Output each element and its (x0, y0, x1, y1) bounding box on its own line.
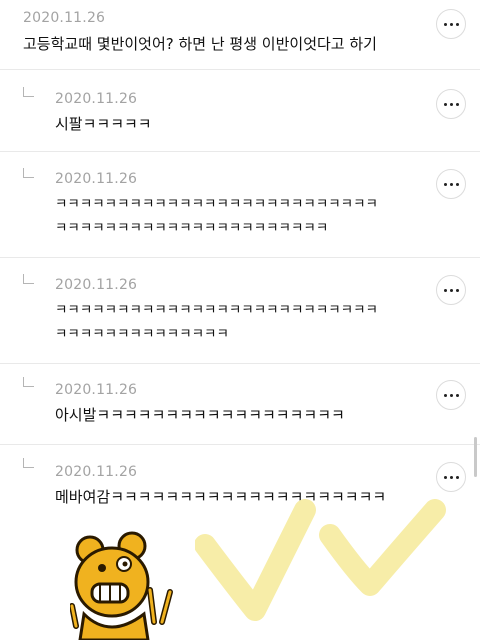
more-options-button[interactable] (436, 169, 466, 199)
more-dot (449, 393, 453, 397)
comment-text: 아시발ㅋㅋㅋㅋㅋㅋㅋㅋㅋㅋㅋㅋㅋㅋㅋㅋㅋㅋ (55, 406, 345, 424)
reply-item: 2020.11.26 ㅋㅋㅋㅋㅋㅋㅋㅋㅋㅋㅋㅋㅋㅋㅋㅋㅋㅋㅋㅋㅋㅋㅋㅋㅋㅋ ㅋㅋ… (0, 258, 480, 364)
comment-item: 2020.11.26 고등학교때 몇반이엇어? 하면 난 평생 이반이엇다고 하… (0, 0, 480, 70)
comment-date: 2020.11.26 (23, 10, 106, 26)
reply-item: 2020.11.26 시팔ㅋㅋㅋㅋㅋ (0, 70, 480, 152)
reply-arrow-icon (23, 87, 34, 97)
comment-date: 2020.11.26 (55, 277, 138, 293)
more-options-icon (443, 475, 447, 479)
comment-date: 2020.11.26 (55, 91, 138, 107)
more-options-button[interactable] (436, 380, 466, 410)
more-options-button[interactable] (436, 462, 466, 492)
comment-text: ㅋㅋㅋㅋㅋㅋㅋㅋㅋㅋㅋㅋㅋㅋㅋㅋㅋㅋㅋㅋㅋㅋㅋㅋㅋㅋ ㅋㅋㅋㅋㅋㅋㅋㅋㅋㅋㅋㅋㅋ… (55, 196, 378, 236)
reply-arrow-icon (23, 458, 34, 468)
more-dot (449, 475, 453, 479)
comment-text: 고등학교때 몇반이엇어? 하면 난 평생 이반이엇다고 하기 (23, 35, 377, 53)
more-dot (449, 102, 453, 106)
more-dot (449, 288, 453, 292)
comment-date: 2020.11.26 (55, 464, 138, 480)
more-options-icon (443, 102, 447, 106)
reply-item: 2020.11.26 메바여감ㅋㅋㅋㅋㅋㅋㅋㅋㅋㅋㅋㅋㅋㅋㅋㅋㅋㅋㅋㅋ (0, 445, 480, 636)
scrollbar-thumb[interactable] (474, 437, 477, 477)
more-options-icon (443, 288, 447, 292)
more-options-button[interactable] (436, 9, 466, 39)
reply-item: 2020.11.26 ㅋㅋㅋㅋㅋㅋㅋㅋㅋㅋㅋㅋㅋㅋㅋㅋㅋㅋㅋㅋㅋㅋㅋㅋㅋㅋ ㅋㅋ… (0, 152, 480, 258)
more-dot (455, 22, 459, 26)
more-options-button[interactable] (436, 89, 466, 119)
comment-text: ㅋㅋㅋㅋㅋㅋㅋㅋㅋㅋㅋㅋㅋㅋㅋㅋㅋㅋㅋㅋㅋㅋㅋㅋㅋㅋ ㅋㅋㅋㅋㅋㅋㅋㅋㅋㅋㅋㅋㅋ… (55, 302, 378, 342)
more-options-icon (443, 393, 447, 397)
comment-text: 시팔ㅋㅋㅋㅋㅋ (55, 115, 152, 133)
more-options-button[interactable] (436, 275, 466, 305)
comment-date: 2020.11.26 (55, 382, 138, 398)
more-dot (449, 22, 453, 26)
more-dot (455, 288, 459, 292)
more-options-icon (443, 22, 447, 26)
more-options-icon (443, 182, 447, 186)
reply-item: 2020.11.26 아시발ㅋㅋㅋㅋㅋㅋㅋㅋㅋㅋㅋㅋㅋㅋㅋㅋㅋㅋ (0, 364, 480, 445)
comment-text: 메바여감ㅋㅋㅋㅋㅋㅋㅋㅋㅋㅋㅋㅋㅋㅋㅋㅋㅋㅋㅋㅋ (55, 488, 387, 506)
more-dot (455, 475, 459, 479)
more-dot (455, 102, 459, 106)
more-dot (449, 182, 453, 186)
more-dot (455, 393, 459, 397)
reply-arrow-icon (23, 274, 34, 284)
more-dot (455, 182, 459, 186)
reply-arrow-icon (23, 168, 34, 178)
reply-arrow-icon (23, 377, 34, 387)
comment-date: 2020.11.26 (55, 171, 138, 187)
